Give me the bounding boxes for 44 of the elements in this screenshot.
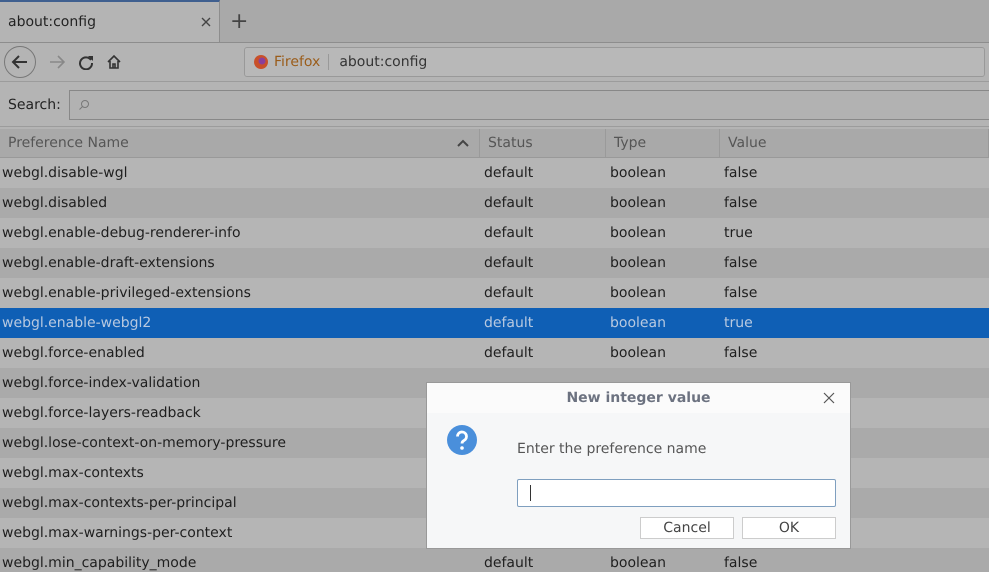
value-cell-text: false xyxy=(723,554,758,572)
type-cell-text: boolean xyxy=(609,314,666,333)
preference-name: webgl.force-index-validation xyxy=(1,374,200,393)
status-cell-text: default xyxy=(483,194,534,213)
preference-name: webgl.max-contexts-per-principal xyxy=(1,494,237,513)
type-cell-text: boolean xyxy=(609,224,666,243)
preference-name: webgl.min_capability_mode xyxy=(1,554,196,572)
preference-name: webgl.disabled xyxy=(1,194,108,213)
status-cell-text: default xyxy=(483,314,534,333)
status-cell-text: default xyxy=(483,164,534,183)
value-cell-text: false xyxy=(723,284,758,303)
value-cell-text: false xyxy=(723,164,758,183)
status-cell-text: default xyxy=(483,254,534,273)
preference-name: webgl.disable-wgl xyxy=(1,164,128,183)
tab-title: about:config xyxy=(8,14,96,30)
status-cell-text: default xyxy=(483,284,534,303)
preference-name: webgl.lose-context-on-memory-pressure xyxy=(1,434,286,453)
preference-name: webgl.enable-debug-renderer-info xyxy=(1,224,241,243)
search-label: Search: xyxy=(8,97,61,113)
value-cell-text: true xyxy=(723,314,753,333)
type-cell-text: boolean xyxy=(609,344,666,363)
preference-name: webgl.enable-webgl2 xyxy=(1,314,152,333)
type-cell-text: boolean xyxy=(609,554,666,572)
type-cell-text: boolean xyxy=(609,284,666,303)
dialog-title: New integer value xyxy=(566,390,711,406)
type-cell-text: boolean xyxy=(609,194,666,213)
type-cell-text: boolean xyxy=(609,254,666,273)
preference-name: webgl.force-layers-readback xyxy=(1,404,201,423)
value-cell-text: true xyxy=(723,224,753,243)
url-text: about:config xyxy=(338,54,428,70)
preference-name: webgl.enable-privileged-extensions xyxy=(1,284,251,303)
status-cell-text: default xyxy=(483,554,534,572)
column-title: Preference Name xyxy=(8,135,129,151)
value-cell-text: false xyxy=(723,254,758,273)
value-cell-text: false xyxy=(723,194,758,213)
preference-name: webgl.max-contexts xyxy=(1,464,144,483)
value-cell-text: false xyxy=(723,344,758,363)
preference-name: webgl.force-enabled xyxy=(1,344,145,363)
status-cell-text: default xyxy=(483,224,534,243)
preference-name: webgl.max-warnings-per-context xyxy=(1,524,232,543)
preference-name: webgl.enable-draft-extensions xyxy=(1,254,215,273)
status-cell-text: default xyxy=(483,344,534,363)
dialog-message: Enter the preference name xyxy=(517,441,708,457)
type-cell-text: boolean xyxy=(609,164,666,183)
